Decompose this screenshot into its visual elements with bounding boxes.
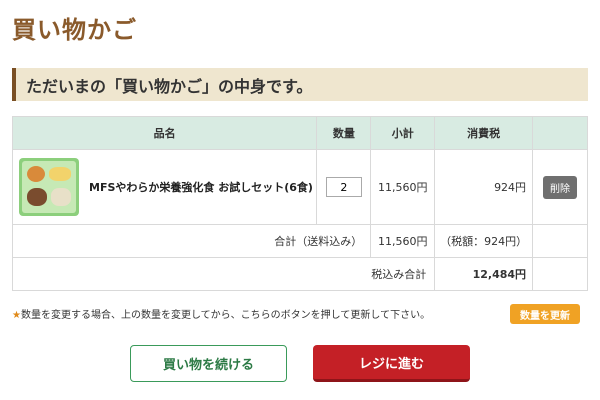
grand-total-row: 税込み合計 12,484円 xyxy=(11,257,588,291)
grand-total-amount: 12,484円 xyxy=(434,257,534,291)
cart-heading: ただいまの「買い物かご」の中身です。 xyxy=(12,68,588,101)
table-header-row: 品名 数量 小計 消費税 xyxy=(11,116,588,150)
cart-table: 品名 数量 小計 消費税 MFSやわらか栄養強化食 お試しセット(6食) 2 1… xyxy=(11,116,588,291)
star-icon: ★ xyxy=(12,310,21,321)
total-empty-cell xyxy=(532,224,588,258)
header-product-name: 品名 xyxy=(11,116,318,150)
update-quantity-button[interactable]: 数量を更新 xyxy=(510,304,580,324)
continue-shopping-button[interactable]: 買い物を続ける xyxy=(130,345,287,382)
action-cell: 削除 xyxy=(532,149,588,225)
note-text: 数量を変更する場合、上の数量を変更してから、こちらのボタンを押して更新して下さい… xyxy=(20,310,431,321)
total-label: 合計（送料込み） xyxy=(11,224,372,258)
product-thumbnail[interactable] xyxy=(19,158,79,216)
quantity-note: ★数量を変更する場合、上の数量を変更してから、こちらのボタンを押して更新して下さ… xyxy=(12,306,430,321)
quantity-input[interactable] xyxy=(325,177,362,197)
product-cell: MFSやわらか栄養強化食 お試しセット(6食) xyxy=(11,149,318,225)
tax-cell: 924円 xyxy=(434,149,534,225)
page-title: 買い物かご xyxy=(12,16,137,44)
checkout-button[interactable]: レジに進む xyxy=(313,345,470,382)
grand-total-empty-cell xyxy=(532,257,588,291)
quantity-cell xyxy=(316,149,372,225)
product-name[interactable]: MFSやわらか栄養強化食 お試しセット(6食) xyxy=(89,179,313,195)
total-amount: 11,560円 xyxy=(370,224,436,258)
header-subtotal: 小計 xyxy=(370,116,436,150)
header-tax: 消費税 xyxy=(434,116,534,150)
header-actions xyxy=(532,116,588,150)
total-row: 合計（送料込み） 11,560円 （税額：924円） xyxy=(11,224,588,258)
total-tax: （税額：924円） xyxy=(434,224,534,258)
subtotal-cell: 11,560円 xyxy=(370,149,436,225)
header-quantity: 数量 xyxy=(316,116,372,150)
delete-button[interactable]: 削除 xyxy=(543,175,578,199)
grand-total-label: 税込み合計 xyxy=(11,257,436,291)
table-row: MFSやわらか栄養強化食 お試しセット(6食) 11,560円 924円 削除 xyxy=(11,149,588,225)
